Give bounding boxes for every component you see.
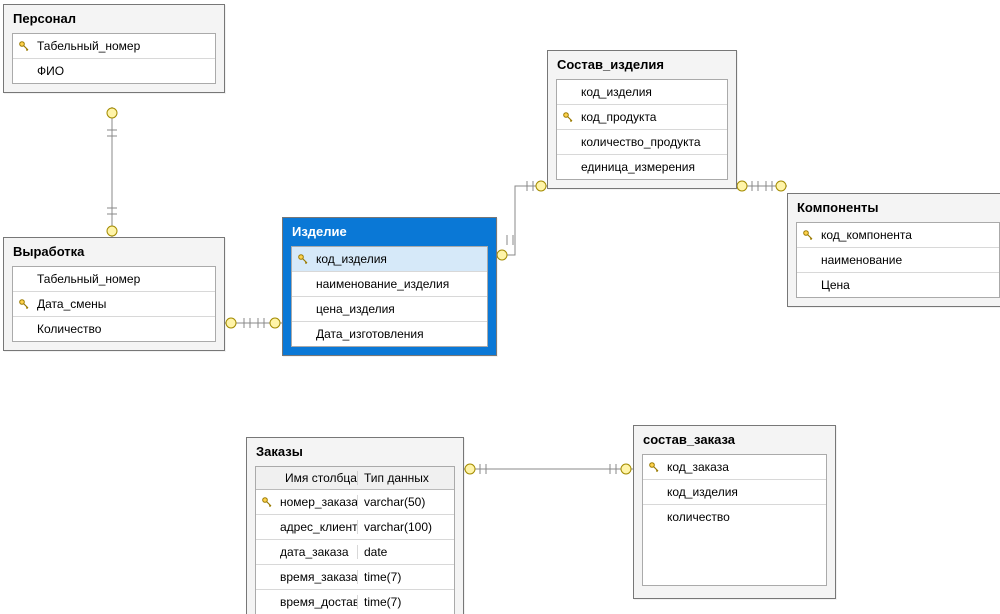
key-icon [803,230,813,240]
table-title: Изделие [283,218,496,246]
field-name: Дата_смены [35,297,215,311]
field-list: Табельный_номер ФИО [12,33,216,84]
field-name: номер_заказа [278,495,357,509]
table-sostav-zakaza[interactable]: состав_заказа код_заказа код_изделия кол… [633,425,836,599]
field-row[interactable]: код_компонента [797,223,999,248]
field-row[interactable]: Дата_смены [13,292,215,317]
field-row[interactable]: код_продукта [557,105,727,130]
field-list: код_изделия код_продукта количество_прод… [556,79,728,180]
field-name: Табельный_номер [35,39,215,53]
table-title: Персонал [4,5,224,33]
key-icon [649,462,659,472]
key-icon [19,299,29,309]
field-name: код_продукта [579,110,727,124]
field-row[interactable]: время_доставкиtime(7) [256,590,454,614]
field-row[interactable]: код_изделия [643,480,826,505]
field-type: date [357,545,454,559]
field-row[interactable]: время_заказаtime(7) [256,565,454,590]
field-name: Табельный_номер [35,272,215,286]
field-grid: Имя столбца Тип данных номер_заказаvarch… [255,466,455,614]
field-name: количество_продукта [579,135,727,149]
table-sostav-izdeliya[interactable]: Состав_изделия код_изделия код_продукта … [547,50,737,189]
key-icon [19,41,29,51]
field-name: количество [665,510,826,524]
grid-header: Имя столбца Тип данных [256,467,454,490]
field-name: Цена [819,278,999,292]
field-row[interactable]: Количество [13,317,215,341]
field-name: Количество [35,322,215,336]
field-name: ФИО [35,64,215,78]
field-list: код_изделия наименование_изделия цена_из… [291,246,488,347]
field-type: time(7) [357,595,454,609]
field-name: время_доставки [278,595,357,609]
table-komponenty[interactable]: Компоненты код_компонента наименование Ц… [787,193,1000,307]
table-title: Выработка [4,238,224,266]
field-row[interactable]: адрес_клиентаvarchar(100) [256,515,454,540]
field-name: код_заказа [665,460,826,474]
field-row[interactable]: Цена [797,273,999,297]
key-icon [298,254,308,264]
field-row[interactable]: наименование [797,248,999,273]
key-icon [563,112,573,122]
field-row[interactable]: цена_изделия [292,297,487,322]
field-name: Дата_изготовления [314,327,487,341]
field-name: код_компонента [819,228,999,242]
field-row[interactable]: Табельный_номер [13,267,215,292]
table-personal[interactable]: Персонал Табельный_номер ФИО [3,4,225,93]
field-row[interactable]: единица_измерения [557,155,727,179]
table-title: состав_заказа [634,426,835,454]
field-row[interactable]: Табельный_номер [13,34,215,59]
field-row[interactable]: дата_заказаdate [256,540,454,565]
field-name: единица_измерения [579,160,727,174]
field-list: Табельный_номер Дата_смены Количество [12,266,216,342]
table-izdelie[interactable]: Изделие код_изделия наименование_изделия… [282,217,497,356]
field-row[interactable]: код_изделия [292,247,487,272]
field-name: наименование_изделия [314,277,487,291]
field-name: адрес_клиента [278,520,357,534]
table-zakazy[interactable]: Заказы Имя столбца Тип данных номер_зака… [246,437,464,614]
field-row[interactable]: количество_продукта [557,130,727,155]
table-title: Заказы [247,438,463,466]
table-vyrabotka[interactable]: Выработка Табельный_номер Дата_смены Кол… [3,237,225,351]
field-name: код_изделия [579,85,727,99]
field-list: код_заказа код_изделия количество [642,454,827,586]
field-row[interactable]: ФИО [13,59,215,83]
field-name: наименование [819,253,999,267]
field-name: код_изделия [314,252,487,266]
field-row[interactable]: номер_заказаvarchar(50) [256,490,454,515]
field-name: время_заказа [278,570,357,584]
field-list: код_компонента наименование Цена [796,222,1000,298]
field-name: дата_заказа [278,545,357,559]
key-icon [262,497,272,507]
field-name: код_изделия [665,485,826,499]
field-type: varchar(100) [357,520,454,534]
table-title: Состав_изделия [548,51,736,79]
field-row[interactable]: Дата_изготовления [292,322,487,346]
field-name: цена_изделия [314,302,487,316]
grid-header-type: Тип данных [358,471,454,485]
field-type: varchar(50) [357,495,454,509]
field-row[interactable]: наименование_изделия [292,272,487,297]
field-row[interactable]: код_изделия [557,80,727,105]
field-row[interactable]: код_заказа [643,455,826,480]
table-title: Компоненты [788,194,1000,222]
grid-header-name: Имя столбца [279,471,358,485]
field-type: time(7) [357,570,454,584]
field-row[interactable]: количество [643,505,826,529]
